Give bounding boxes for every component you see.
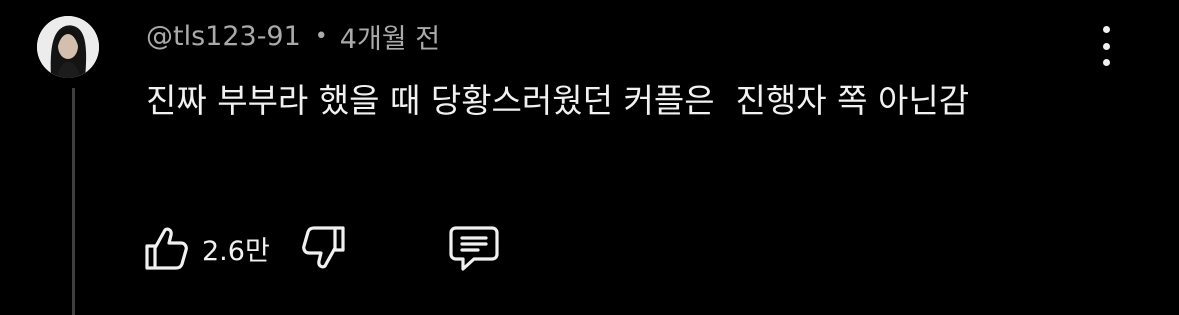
- thread-line: [72, 88, 75, 315]
- comment-item: @tls123-91 • 4개월 전 진짜 부부라 했을 때 당황스러웠던 커플…: [0, 0, 1179, 315]
- thumb-down-icon: [301, 226, 345, 269]
- meta-separator: •: [314, 23, 328, 49]
- reply-button[interactable]: [448, 224, 500, 272]
- more-vert-icon: [1102, 26, 1110, 33]
- like-button[interactable]: [144, 225, 188, 271]
- like-count: 2.6만: [202, 235, 270, 267]
- comment-meta: @tls123-91 • 4개월 전: [146, 16, 440, 56]
- author-handle[interactable]: @tls123-91: [146, 21, 301, 52]
- comment-actions: 2.6만: [144, 220, 500, 276]
- avatar-portrait: [37, 16, 99, 78]
- more-options-button[interactable]: [1092, 26, 1120, 66]
- comment-text: 진짜 부부라 했을 때 당황스러웠던 커플은 진행자 쪽 아닌감: [146, 81, 970, 120]
- comment-icon: [449, 226, 499, 271]
- comment-time[interactable]: 4개월 전: [340, 17, 440, 56]
- dislike-button[interactable]: [301, 225, 346, 271]
- thumb-up-icon: [145, 227, 188, 270]
- avatar[interactable]: [37, 16, 99, 78]
